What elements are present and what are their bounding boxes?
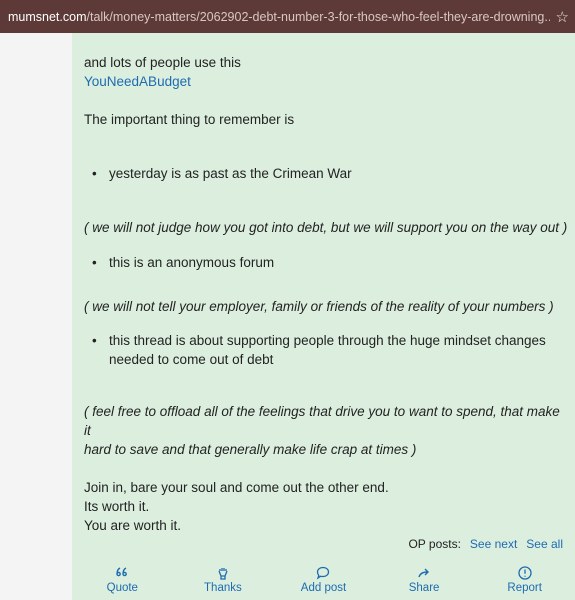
left-gutter [0,33,72,600]
url-text[interactable]: mumsnet.com/talk/money-matters/2062902-d… [8,10,550,24]
thanks-label: Thanks [204,582,242,594]
add-post-button[interactable]: Add post [273,565,374,600]
op-posts-nav: OP posts: See next See all [408,537,563,551]
see-next-link[interactable]: See next [470,537,517,551]
bullet-continuation: needed to come out of debt [109,352,274,367]
url-host: mumsnet.com [8,9,87,24]
post-actions: Quote Thanks Add post Share Report [72,565,575,600]
op-posts-label: OP posts: [408,537,461,551]
report-label: Report [507,582,542,594]
important-text: The important thing to remember is [84,112,295,127]
post-body: and lots of people use this YouNeedABudg… [84,53,569,535]
add-post-label: Add post [300,582,347,594]
quote-icon [116,567,128,577]
closing-text: You are worth it. [84,518,182,533]
post-intro: and lots of people use this [84,55,241,70]
quote-label: Quote [106,582,138,594]
forum-post: and lots of people use this YouNeedABudg… [72,33,575,600]
thanks-button[interactable]: Thanks [173,565,274,600]
url-path: /talk/money-matters/2062902-debt-number-… [86,9,550,24]
alert-circle-icon [518,566,532,580]
browser-url-bar[interactable]: mumsnet.com/talk/money-matters/2062902-d… [0,0,575,33]
bullet-item: • yesterday is as past as the Crimean War [92,166,352,181]
quote-button[interactable]: Quote [72,565,173,600]
share-arrow-icon [418,568,430,578]
youneedabudget-link[interactable]: YouNeedABudget [84,72,569,91]
see-all-link[interactable]: See all [526,537,563,551]
report-button[interactable]: Report [474,565,575,600]
closing-text: Join in, bare your soul and come out the… [84,480,389,495]
note-text: hard to save and that generally make lif… [84,442,417,457]
star-icon[interactable]: ☆ [556,8,569,26]
note-text: ( we will not tell your employer, family… [84,299,554,314]
speech-bubble-icon [317,566,330,580]
bullet-item: • this thread is about supporting people … [92,333,546,348]
note-text: ( feel free to offload all of the feelin… [84,404,560,438]
bullet-item: • this is an anonymous forum [92,255,275,270]
closing-text: Its worth it. [84,499,150,514]
note-text: ( we will not judge how you got into deb… [84,220,568,235]
share-button[interactable]: Share [374,565,475,600]
share-label: Share [408,582,440,594]
thanks-hands-icon [218,568,228,580]
